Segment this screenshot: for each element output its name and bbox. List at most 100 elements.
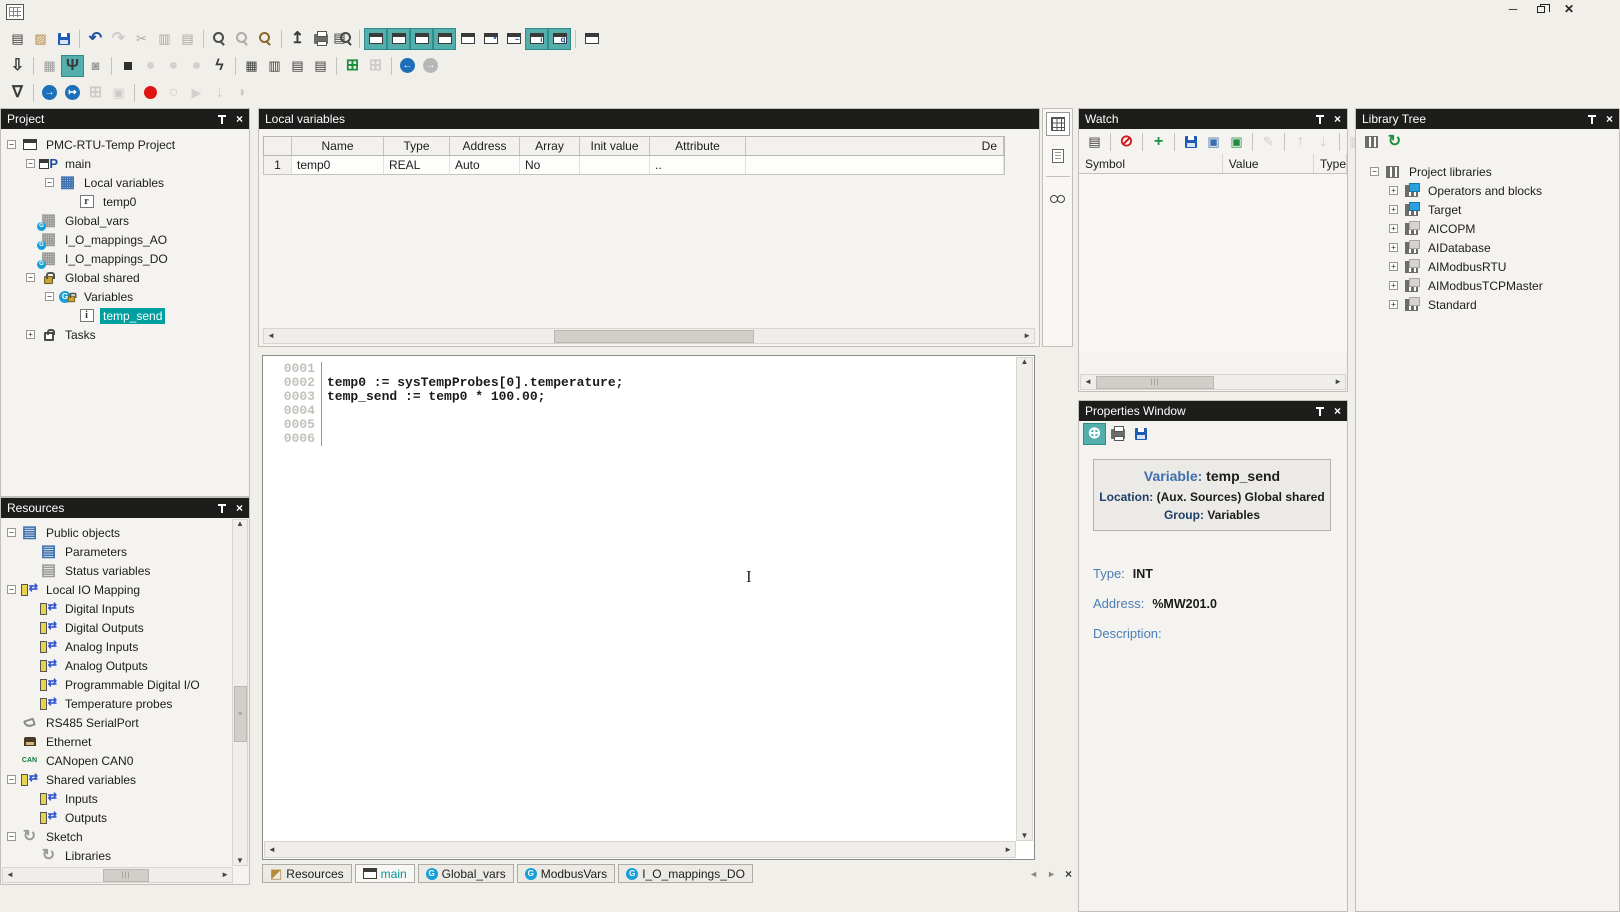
copy-button[interactable]: ▥: [153, 28, 176, 50]
resources-item-local-io-mapping[interactable]: −Local IO Mapping: [7, 580, 233, 599]
watch-column-symbol[interactable]: Symbol: [1079, 154, 1223, 173]
project-window-toggle[interactable]: [364, 28, 387, 50]
scroll-left-icon[interactable]: ◄: [265, 846, 279, 854]
column-header-de[interactable]: De: [746, 137, 1004, 155]
column-header-init-value[interactable]: Init value: [580, 137, 650, 155]
append-watch-list-button[interactable]: ▣: [1225, 131, 1248, 153]
column-header-name[interactable]: Name: [292, 137, 384, 155]
navigate-forward-button[interactable]: →: [419, 55, 442, 77]
new-window-button[interactable]: [580, 28, 603, 50]
quick-download-button[interactable]: ϟ: [208, 55, 231, 77]
resources-item-temperature-probes[interactable]: Temperature probes: [7, 694, 233, 713]
close-icon[interactable]: ×: [236, 502, 243, 514]
play-trace-button[interactable]: ▶: [185, 82, 208, 104]
output-list-button[interactable]: ▤: [309, 55, 332, 77]
collapse-icon[interactable]: −: [1370, 167, 1379, 176]
project-item-pmc-rtu-temp-project[interactable]: −PMC-RTU-Temp Project: [7, 135, 249, 154]
code-line[interactable]: 0001: [264, 362, 1016, 376]
watch-list-button[interactable]: ▤: [1083, 131, 1106, 153]
expand-icon[interactable]: +: [1389, 205, 1398, 214]
collapse-icon[interactable]: −: [7, 528, 16, 537]
column-header-address[interactable]: Address: [450, 137, 520, 155]
scroll-left-icon[interactable]: ◄: [264, 332, 278, 340]
cell[interactable]: [580, 156, 650, 174]
project-item-global-vars[interactable]: ▦GGlobal_vars: [7, 211, 249, 230]
clear-trace-button[interactable]: ◗: [231, 82, 254, 104]
save-watch-list-button[interactable]: [1179, 131, 1202, 153]
close-icon[interactable]: ×: [236, 113, 243, 125]
load-watch-list-button[interactable]: ▣: [1202, 131, 1225, 153]
code-line[interactable]: 0003temp_send := temp0 * 100.00;: [264, 390, 1016, 404]
column-header-attribute[interactable]: Attribute: [650, 137, 746, 155]
collapse-icon[interactable]: −: [7, 775, 16, 784]
properties-window-toggle[interactable]: i: [525, 28, 548, 50]
recompile-all-button[interactable]: ▥: [263, 55, 286, 77]
scroll-right-icon[interactable]: ►: [218, 871, 232, 879]
code-line[interactable]: 0005: [264, 418, 1016, 432]
tab-scroll-left-button[interactable]: ◄: [1026, 869, 1041, 879]
cut-button[interactable]: ✂: [130, 28, 153, 50]
close-icon[interactable]: ×: [1334, 405, 1341, 417]
project-item-local-variables[interactable]: −▦Local variables: [7, 173, 249, 192]
resources-item-sketch[interactable]: −↻Sketch: [7, 827, 233, 846]
scroll-down-icon[interactable]: ▼: [233, 857, 247, 865]
code-line[interactable]: 0006: [264, 432, 1016, 446]
watch-column-type[interactable]: Type: [1314, 154, 1347, 173]
expand-icon[interactable]: +: [1389, 300, 1398, 309]
library-item-target[interactable]: +Target: [1370, 200, 1619, 219]
cell[interactable]: 1: [264, 156, 292, 174]
compile-button[interactable]: ▦: [240, 55, 263, 77]
project-item-variables[interactable]: −GVariables: [7, 287, 249, 306]
print-properties-button[interactable]: [1106, 423, 1129, 445]
add-library-button[interactable]: [1360, 131, 1383, 153]
resources-horizontal-scrollbar[interactable]: ◄ ||| ►: [2, 867, 233, 883]
watch-window-toggle[interactable]: [410, 28, 433, 50]
simulation-mode-button[interactable]: ◙: [84, 55, 107, 77]
restore-button[interactable]: [1534, 2, 1548, 16]
code-line[interactable]: 0004: [264, 404, 1016, 418]
scroll-left-icon[interactable]: ◄: [1081, 378, 1095, 386]
step-trace-button[interactable]: ↓: [208, 82, 231, 104]
pin-icon[interactable]: [216, 114, 227, 125]
options-window-button[interactable]: *: [479, 28, 502, 50]
column-header-array[interactable]: Array: [520, 137, 580, 155]
resources-item-outputs[interactable]: Outputs: [7, 808, 233, 827]
run-debug-button[interactable]: →: [38, 82, 61, 104]
editor-horizontal-scrollbar[interactable]: ◄ ►: [264, 841, 1016, 858]
output-window-toggle[interactable]: [387, 28, 410, 50]
trigger-list-button[interactable]: ▣: [107, 82, 130, 104]
scroll-right-icon[interactable]: ►: [1001, 846, 1015, 854]
paste-button[interactable]: ▤: [176, 28, 199, 50]
move-down-button[interactable]: ↓: [1312, 131, 1335, 153]
tab-global-vars[interactable]: GGlobal_vars: [418, 864, 514, 883]
resources-item-ethernet[interactable]: Ethernet: [7, 732, 233, 751]
workspace-window-button[interactable]: ~: [502, 28, 525, 50]
project-item-tasks[interactable]: +Tasks: [7, 325, 249, 344]
tab-resources[interactable]: ◩Resources: [262, 864, 352, 883]
go-to-symbol-button[interactable]: ↥: [286, 28, 309, 50]
resources-item-canopen-can0[interactable]: CANCANopen CAN0: [7, 751, 233, 770]
single-step-button[interactable]: ↦: [61, 82, 84, 104]
collapse-icon[interactable]: −: [26, 159, 35, 168]
resources-item-public-objects[interactable]: −▤Public objects: [7, 523, 233, 542]
hot-restart-button[interactable]: ●: [185, 55, 208, 77]
cell[interactable]: [746, 156, 1004, 174]
resources-vertical-scrollbar[interactable]: ▲ ≡ ▼: [232, 519, 248, 866]
expand-icon[interactable]: +: [1389, 281, 1398, 290]
resources-item-analog-inputs[interactable]: Analog Inputs: [7, 637, 233, 656]
text-view-button[interactable]: [1046, 144, 1070, 168]
find-in-project-button[interactable]: [254, 28, 277, 50]
refresh-library-button[interactable]: ↻: [1383, 131, 1406, 153]
save-properties-button[interactable]: [1129, 423, 1152, 445]
cell[interactable]: ..: [650, 156, 746, 174]
close-icon[interactable]: ×: [1334, 113, 1341, 125]
move-up-button[interactable]: ↑: [1289, 131, 1312, 153]
resources-item-digital-outputs[interactable]: Digital Outputs: [7, 618, 233, 637]
download-code-button[interactable]: ⇩: [6, 55, 29, 77]
redo-button[interactable]: ↷: [107, 28, 130, 50]
library-item-project-libraries[interactable]: −Project libraries: [1370, 162, 1619, 181]
tab-modbusvars[interactable]: GModbusVars: [517, 864, 615, 883]
project-item-i-o-mappings-do[interactable]: ▦GI_O_mappings_DO: [7, 249, 249, 268]
cold-restart-button[interactable]: ●: [139, 55, 162, 77]
resources-item-digital-inputs[interactable]: Digital Inputs: [7, 599, 233, 618]
